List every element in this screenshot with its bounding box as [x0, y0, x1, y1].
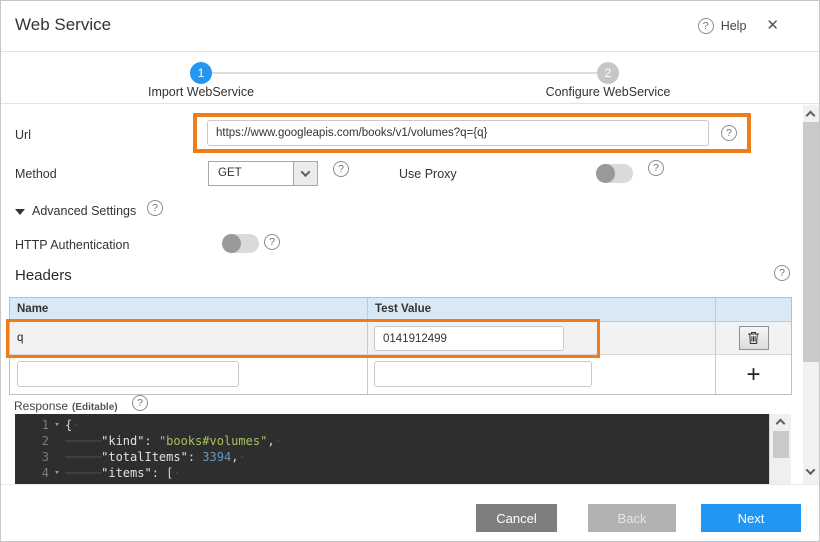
column-header-test-value: Test Value	[368, 298, 716, 321]
response-editable-label: (Editable)	[72, 402, 118, 413]
url-input[interactable]	[207, 120, 709, 146]
headers-help-icon[interactable]	[774, 265, 790, 281]
method-label: Method	[15, 167, 57, 181]
scroll-up-icon[interactable]	[806, 111, 816, 121]
chevron-down-icon	[301, 167, 311, 177]
editor-scrollbar-thumb[interactable]	[773, 431, 789, 458]
new-header-name-input[interactable]	[17, 361, 239, 387]
editor-scroll-up-icon[interactable]	[776, 419, 786, 429]
step-2-circle[interactable]: 2	[597, 62, 619, 84]
fold-spacer	[49, 433, 65, 449]
use-proxy-label: Use Proxy	[399, 167, 457, 181]
editor-scrollbar[interactable]	[769, 414, 791, 484]
code-line: 1▾{·	[15, 417, 769, 433]
content-scrollbar-thumb[interactable]	[803, 122, 819, 362]
method-help-icon[interactable]	[333, 161, 349, 177]
help-icon[interactable]	[698, 18, 714, 34]
help-link[interactable]: Help	[721, 19, 747, 33]
fold-arrow-icon[interactable]: ▾	[49, 417, 65, 433]
http-auth-help-icon[interactable]	[264, 234, 280, 250]
response-label-row: Response (Editable)	[14, 399, 118, 413]
delete-row-button[interactable]	[739, 326, 769, 350]
header-test-value-input[interactable]	[374, 326, 564, 351]
back-button[interactable]: Back	[588, 504, 676, 532]
response-label: Response	[14, 399, 68, 413]
close-icon[interactable]: ✕	[766, 18, 779, 34]
step-2-label: Configure WebService	[528, 85, 688, 99]
dialog-footer: Cancel Back Next	[1, 484, 819, 542]
step-1-circle[interactable]: 1	[190, 62, 212, 84]
new-header-value-input[interactable]	[374, 361, 592, 387]
method-select[interactable]: GET	[208, 161, 318, 186]
method-selected-value: GET	[218, 167, 242, 179]
trash-icon	[747, 331, 760, 345]
headers-table: Name Test Value q +	[9, 297, 792, 395]
content-scrollbar[interactable]	[803, 105, 819, 484]
dialog-content: Url Method GET Use Proxy Advanced Settin…	[1, 105, 819, 484]
code-line: 4▾─────"items": [·	[15, 465, 769, 481]
advanced-settings-toggle[interactable]: Advanced Settings	[32, 204, 136, 218]
code-line: 3─────"totalItems": 3394,·	[15, 449, 769, 465]
titlebar-actions: Help ✕	[698, 18, 779, 34]
table-header-row: Name Test Value	[10, 298, 791, 322]
advanced-settings-help-icon[interactable]	[147, 200, 163, 216]
cancel-button[interactable]: Cancel	[476, 504, 557, 532]
stepper-connector-line	[212, 72, 598, 74]
title-bar: Web Service Help ✕	[1, 1, 819, 52]
next-button[interactable]: Next	[701, 504, 801, 532]
http-auth-toggle[interactable]	[222, 234, 259, 253]
response-code-editor[interactable]: 1▾{·2─────"kind": "books#volumes",·3────…	[15, 414, 791, 484]
web-service-dialog: Web Service Help ✕ 1 Import WebService 2…	[0, 0, 820, 542]
url-highlight-box	[193, 113, 751, 153]
column-header-actions	[716, 298, 791, 321]
caret-down-icon	[15, 209, 25, 215]
table-new-row: +	[10, 355, 791, 394]
url-label: Url	[15, 128, 31, 142]
select-dropdown-button[interactable]	[293, 162, 317, 185]
scroll-down-icon[interactable]	[806, 465, 816, 475]
step-1-label: Import WebService	[121, 85, 281, 99]
add-row-button[interactable]: +	[746, 365, 760, 385]
fold-arrow-icon[interactable]: ▾	[49, 465, 65, 481]
table-row: q	[10, 322, 791, 355]
response-help-icon[interactable]	[132, 395, 148, 411]
http-auth-label: HTTP Authentication	[15, 238, 129, 252]
use-proxy-toggle[interactable]	[596, 164, 633, 183]
use-proxy-help-icon[interactable]	[648, 160, 664, 176]
wizard-stepper: 1 Import WebService 2 Configure WebServi…	[1, 52, 819, 104]
headers-section-title: Headers	[15, 267, 72, 284]
code-lines[interactable]: 1▾{·2─────"kind": "books#volumes",·3────…	[15, 414, 769, 484]
page-title: Web Service	[15, 15, 111, 35]
header-name-cell: q	[10, 322, 368, 354]
url-help-icon[interactable]	[721, 125, 737, 141]
code-line: 2─────"kind": "books#volumes",·	[15, 433, 769, 449]
fold-spacer	[49, 449, 65, 465]
column-header-name: Name	[10, 298, 368, 321]
